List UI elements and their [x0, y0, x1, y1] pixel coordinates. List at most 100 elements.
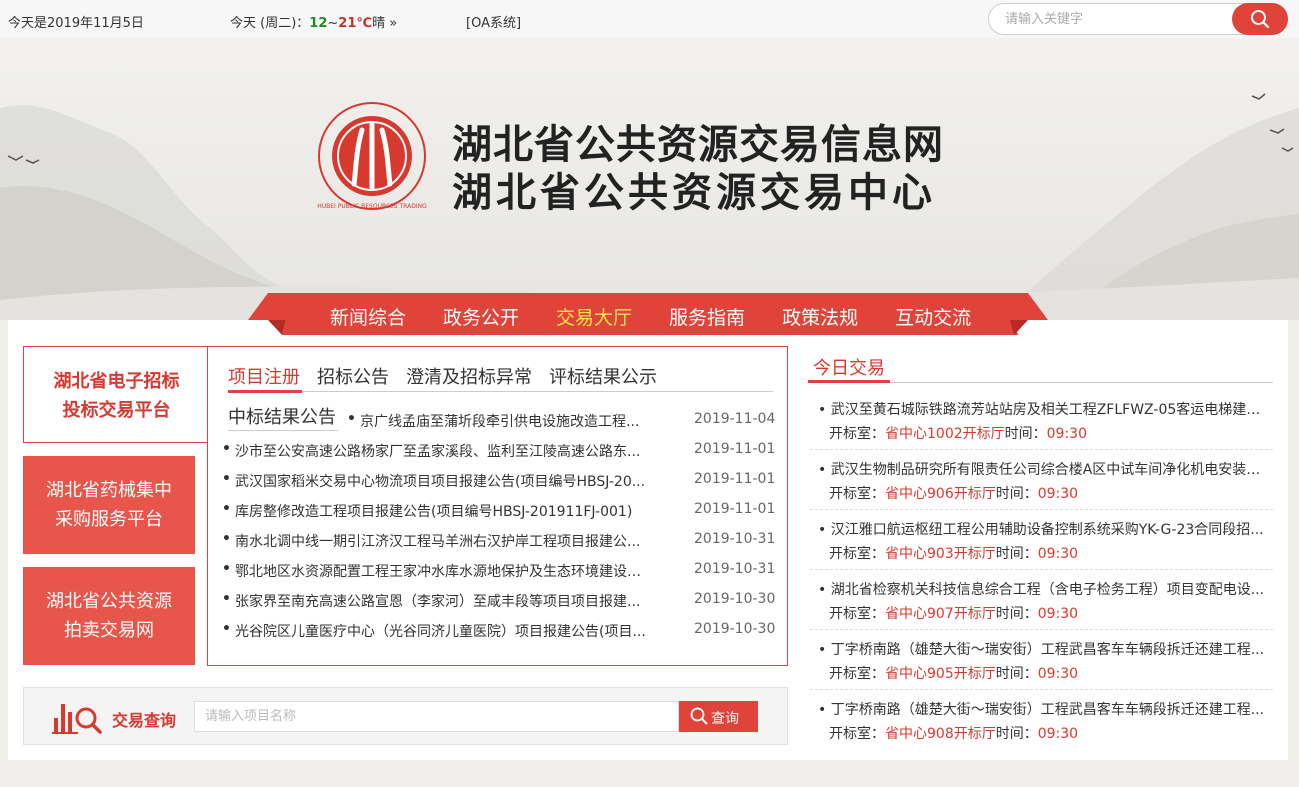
- oa-system-link[interactable]: [OA系统]: [466, 12, 521, 31]
- trade-query-box: 交易查询 查询: [23, 687, 788, 745]
- weather-info: 今天 (周二)：12~21℃晴 »: [230, 12, 397, 31]
- today-trading-title[interactable]: 今日交易: [813, 354, 885, 380]
- temp-sep: ~: [327, 16, 339, 31]
- list-item: • 光谷院区儿童医疗中心（光谷同济儿童医院）项目报建公告(项目... 2019-…: [222, 621, 775, 641]
- nav-item-service-guide[interactable]: 服务指南: [669, 303, 745, 330]
- weather-condition[interactable]: 晴 »: [372, 16, 397, 31]
- platform-drug-procurement[interactable]: 湖北省药械集中 采购服务平台: [23, 456, 195, 554]
- notice-title[interactable]: 沙市至公安高速公路杨家厂至孟家溪段、监利至江陵高速公路东...: [235, 441, 647, 461]
- notice-date: 2019-11-01: [694, 441, 776, 457]
- platform-e-bidding[interactable]: 湖北省电子招标 投标交易平台: [23, 346, 209, 443]
- room-label: 开标室：: [829, 426, 885, 442]
- bullet-icon: •: [222, 591, 231, 607]
- tab-evaluation-results[interactable]: 评标结果公示: [549, 363, 657, 389]
- banner: HUBEI PUBLIC RESOURCES TRADING 湖北省公共资源交易…: [0, 38, 1299, 320]
- list-item: • 武汉国家稻米交易中心物流项目项目报建公告(项目编号HBSJ-20... 20…: [222, 471, 775, 491]
- query-button-label: 查询: [711, 711, 739, 727]
- trade-room: 省中心903开标厅: [885, 546, 996, 562]
- trade-meta: 开标室：省中心907开标厅时间：09:30: [829, 603, 1078, 623]
- query-button[interactable]: 查询: [679, 701, 758, 732]
- trade-time: 09:30: [1037, 666, 1079, 682]
- tab-divider: [228, 391, 773, 392]
- trade-query-label: 交易查询: [112, 711, 177, 730]
- notice-date: 2019-10-31: [694, 531, 776, 547]
- platform-e-bidding-line2: 投标交易平台: [62, 400, 171, 421]
- tab-project-registration[interactable]: 项目注册: [228, 363, 300, 389]
- tab-winning-bid[interactable]: 中标结果公告: [228, 403, 336, 429]
- nav-item-government[interactable]: 政务公开: [443, 303, 519, 330]
- notice-title[interactable]: 南水北调中线一期引江济汉工程马羊洲右汉护岸工程项目报建公...: [235, 531, 647, 551]
- trade-title[interactable]: • 汉江雅口航运枢纽工程公用辅助设备控制系统采购YK-G-23合同段招...: [818, 519, 1268, 539]
- dashed-divider: [810, 569, 1273, 570]
- list-item: • 沙市至公安高速公路杨家厂至孟家溪段、监利至江陵高速公路东... 2019-1…: [222, 441, 776, 461]
- trade-time: 09:30: [1037, 726, 1079, 742]
- time-label: 时间：: [995, 546, 1038, 562]
- project-name-input[interactable]: [194, 701, 679, 732]
- bullet-icon: •: [222, 531, 231, 547]
- tab-clarification[interactable]: 澄清及招标异常: [406, 363, 532, 389]
- notice-title[interactable]: 张家界至南充高速公路宣恩（李家河）至咸丰段等项目项目报建...: [235, 591, 647, 611]
- nav-item-interaction[interactable]: 互动交流: [895, 303, 971, 330]
- notice-title[interactable]: 京广线孟庙至蒲圻段牵引供电设施改造工程...: [360, 411, 648, 431]
- trade-time: 09:30: [1037, 486, 1079, 502]
- trade-title-text: 湖北省检察机关科技信息综合工程（含电子检务工程）项目变配电设...: [830, 582, 1265, 598]
- notice-title[interactable]: 武汉国家稻米交易中心物流项目项目报建公告(项目编号HBSJ-20...: [235, 471, 647, 491]
- platform-auction-line1: 湖北省公共资源: [46, 591, 172, 612]
- room-label: 开标室：: [829, 726, 885, 742]
- notice-date: 2019-10-30: [694, 591, 776, 607]
- trade-time: 09:30: [1037, 546, 1079, 562]
- notice-date: 2019-11-01: [694, 501, 776, 517]
- list-item: • 鄂北地区水资源配置工程王家冲水库水源地保护及生态环境建设E... 2019-…: [222, 561, 775, 581]
- current-date: 今天是2019年11月5日: [8, 16, 144, 31]
- trade-title[interactable]: • 武汉生物制品研究所有限责任公司综合楼A区中试车间净化机电安装工...: [818, 459, 1268, 479]
- weather-prefix: 今天 (周二)：: [230, 16, 310, 31]
- notice-date: 2019-11-04: [694, 411, 776, 427]
- temp-high: 21℃: [338, 16, 373, 31]
- main-nav: 新闻综合 政务公开 交易大厅 服务指南 政策法规 互动交流: [248, 293, 1048, 335]
- bullet-icon: •: [222, 501, 231, 517]
- site-search: [988, 3, 1288, 35]
- notice-tabs: 项目注册 招标公告 澄清及招标异常 评标结果公示: [228, 363, 674, 389]
- site-logo: HUBEI PUBLIC RESOURCES TRADING: [317, 102, 427, 210]
- site-subtitle: 湖北省公共资源交易中心: [452, 170, 936, 216]
- nav-item-news[interactable]: 新闻综合: [330, 303, 406, 330]
- room-label: 开标室：: [829, 546, 885, 562]
- platform-drug-line1: 湖北省药械集中: [46, 480, 172, 501]
- trade-room: 省中心1002开标厅: [885, 426, 1005, 442]
- trade-meta: 开标室：省中心905开标厅时间：09:30: [829, 663, 1078, 683]
- tab-divider-2: [228, 430, 338, 431]
- keyword-search-input[interactable]: [1005, 10, 1225, 28]
- time-label: 时间：: [995, 726, 1038, 742]
- trade-title[interactable]: • 武汉至黄石城际铁路流芳站站房及相关工程ZFLFWZ-05客运电梯建管...: [818, 399, 1268, 419]
- time-label: 时间：: [1004, 426, 1047, 442]
- bullet-icon: •: [222, 471, 231, 487]
- notice-title[interactable]: 鄂北地区水资源配置工程王家冲水库水源地保护及生态环境建设E...: [235, 561, 647, 581]
- search-icon: [690, 707, 708, 725]
- trade-title-text: 武汉至黄石城际铁路流芳站站房及相关工程ZFLFWZ-05客运电梯建管...: [830, 402, 1268, 418]
- platform-auction-line2: 拍卖交易网: [64, 620, 154, 641]
- platform-auction[interactable]: 湖北省公共资源 拍卖交易网: [23, 567, 195, 665]
- trade-meta: 开标室：省中心906开标厅时间：09:30: [829, 483, 1078, 503]
- notice-title[interactable]: 库房整修改造工程项目报建公告(项目编号HBSJ-201911FJ-001): [235, 501, 647, 521]
- dashed-divider: [810, 449, 1273, 450]
- trade-title[interactable]: • 丁字桥南路（雄楚大街～瑞安街）工程武昌客车车辆段拆迁还建工程...: [818, 699, 1268, 719]
- keyword-search-button[interactable]: [1232, 3, 1288, 35]
- trade-meta: 开标室：省中心1002开标厅时间：09:30: [829, 423, 1087, 443]
- time-label: 时间：: [995, 666, 1038, 682]
- bullet-icon: •: [222, 441, 231, 457]
- list-item: • 库房整修改造工程项目报建公告(项目编号HBSJ-201911FJ-001) …: [222, 501, 776, 521]
- nav-item-trading-hall[interactable]: 交易大厅: [556, 303, 632, 330]
- trade-meta: 开标室：省中心908开标厅时间：09:30: [829, 723, 1078, 743]
- logo-text: HUBEI PUBLIC RESOURCES TRADING: [317, 203, 427, 210]
- time-label: 时间：: [995, 486, 1038, 502]
- platform-e-bidding-line1: 湖北省电子招标: [53, 371, 180, 392]
- trade-title[interactable]: • 湖北省检察机关科技信息综合工程（含电子检务工程）项目变配电设...: [818, 579, 1268, 599]
- nav-item-policy[interactable]: 政策法规: [782, 303, 858, 330]
- nav-items: 新闻综合 政务公开 交易大厅 服务指南 政策法规 互动交流: [330, 303, 1008, 330]
- notice-title[interactable]: 光谷院区儿童医疗中心（光谷同济儿童医院）项目报建公告(项目...: [235, 621, 647, 641]
- trade-title[interactable]: • 丁字桥南路（雄楚大街～瑞安街）工程武昌客车车辆段拆迁还建工程...: [818, 639, 1268, 659]
- dashed-divider: [810, 509, 1273, 510]
- chart-search-icon: [52, 704, 102, 734]
- list-item: • 湖北省检察机关科技信息综合工程（含电子检务工程）项目变配电设... 开标室：…: [810, 579, 1273, 639]
- tab-tender-announcement[interactable]: 招标公告: [317, 363, 389, 389]
